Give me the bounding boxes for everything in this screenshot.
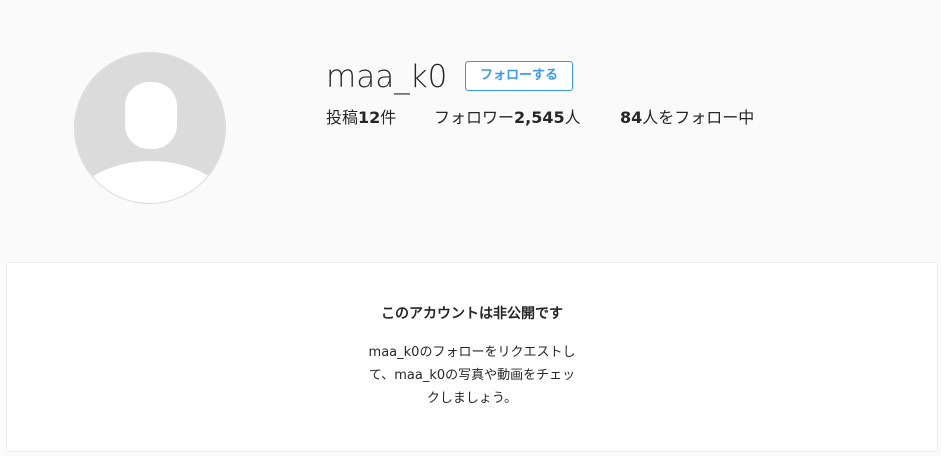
default-avatar-icon	[75, 53, 225, 203]
private-account-title: このアカウントは非公開です	[381, 306, 563, 322]
profile-avatar	[74, 52, 226, 204]
private-account-description: maa_k0のフォローをリクエストし て、maa_k0の写真や動画をチェッ クし…	[352, 341, 592, 410]
description-line: て、maa_k0の写真や動画をチェッ	[368, 368, 576, 383]
posts-prefix: 投稿	[326, 108, 359, 127]
description-line: クしましょう。	[426, 391, 518, 406]
followers-link[interactable]: フォロワー2,545人	[434, 106, 581, 130]
following-suffix: 人をフォロー中	[642, 108, 755, 127]
private-account-notice: このアカウントは非公開です maa_k0のフォローをリクエストし て、maa_k…	[6, 262, 938, 452]
profile-username: maa_k0	[326, 59, 448, 95]
description-line: maa_k0のフォローをリクエストし	[368, 345, 576, 360]
following-count: 84	[620, 108, 643, 127]
follow-button[interactable]: フォローする	[465, 61, 573, 91]
posts-count: 12	[358, 108, 381, 127]
following-link[interactable]: 84人をフォロー中	[620, 106, 754, 130]
followers-suffix: 人	[564, 108, 581, 127]
followers-prefix: フォロワー	[434, 108, 515, 127]
posts-count-stat: 投稿12件	[326, 106, 396, 130]
followers-count: 2,545	[514, 108, 565, 127]
posts-suffix: 件	[380, 108, 397, 127]
